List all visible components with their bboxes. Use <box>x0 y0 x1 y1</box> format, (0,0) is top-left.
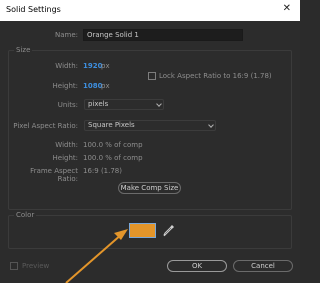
cancel-button[interactable]: Cancel <box>233 260 293 272</box>
name-field[interactable]: Orange Solid 1 <box>83 29 243 41</box>
window-title: Solid Settings <box>6 5 61 14</box>
title-bar: Solid Settings ✕ <box>0 0 300 21</box>
far-label: Frame Aspect Ratio: <box>30 167 78 183</box>
width-pct-value: 100.0 % of comp <box>83 141 143 149</box>
units-value: pixels <box>88 100 109 108</box>
chevron-down-icon <box>208 122 214 128</box>
par-label: Pixel Aspect Ratio: <box>13 122 78 130</box>
color-group-label: Color <box>14 211 37 219</box>
chevron-down-icon <box>156 101 162 107</box>
annotation-arrow-icon <box>65 229 128 283</box>
width-label: Width: <box>55 62 78 70</box>
units-label: Units: <box>57 101 78 109</box>
ok-button[interactable]: OK <box>167 260 227 272</box>
width-unit: px <box>101 62 110 70</box>
height-pct-value: 100.0 % of comp <box>83 154 143 162</box>
dialog-body: Name: Orange Solid 1 Size Width: 1920 px… <box>0 21 300 283</box>
width-pct-label: Width: <box>55 141 78 149</box>
lock-aspect-label: Lock Aspect Ratio to 16:9 (1.78) <box>159 72 272 80</box>
height-value[interactable]: 1080 <box>83 82 102 90</box>
eyedropper-icon[interactable] <box>163 224 175 238</box>
preview-checkbox[interactable] <box>10 262 18 270</box>
size-group-label: Size <box>14 46 33 54</box>
close-icon[interactable]: ✕ <box>283 3 291 14</box>
far-value: 16:9 (1.78) <box>83 167 122 175</box>
width-value[interactable]: 1920 <box>83 62 102 70</box>
par-value: Square Pixels <box>88 121 135 129</box>
lock-aspect-checkbox[interactable] <box>148 72 156 80</box>
par-dropdown[interactable]: Square Pixels <box>84 120 216 131</box>
height-pct-label: Height: <box>52 154 79 162</box>
make-comp-size-button[interactable]: Make Comp Size <box>118 182 181 194</box>
height-label: Height: <box>52 82 79 90</box>
preview-label: Preview <box>22 262 50 270</box>
units-dropdown[interactable]: pixels <box>84 99 164 110</box>
name-label: Name: <box>54 31 78 39</box>
height-unit: px <box>101 82 110 90</box>
